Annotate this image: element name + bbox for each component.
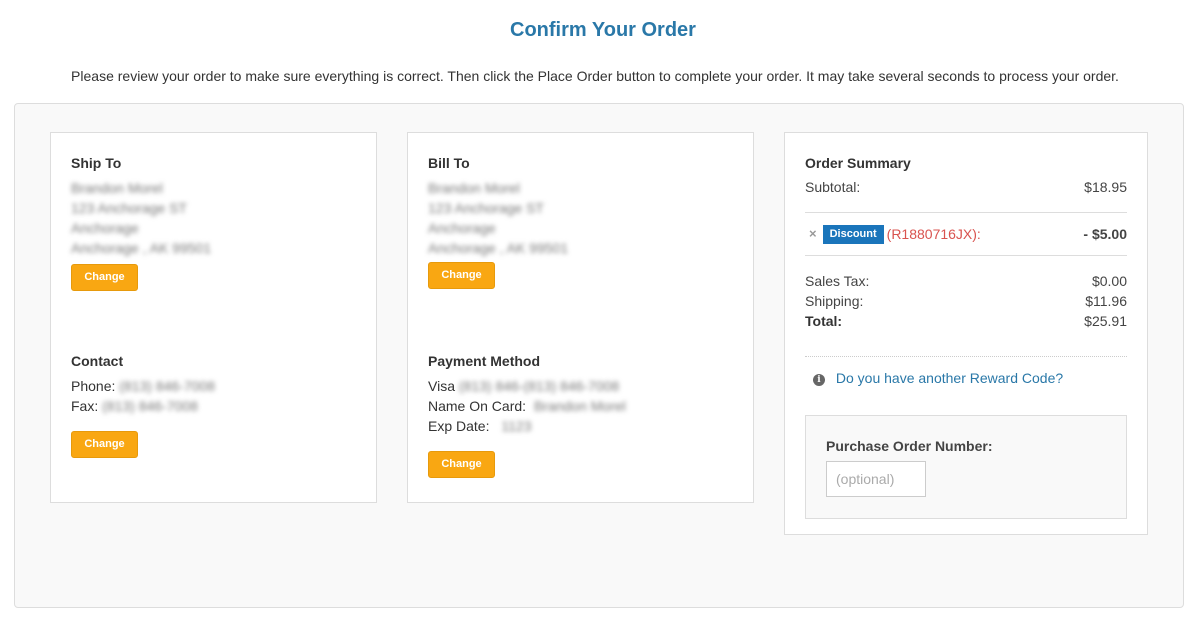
total-label: Total: — [805, 313, 843, 329]
phone-value: (813) 846-7008 — [119, 378, 216, 394]
contact-section: Contact Phone: (813) 846-7008 Fax: (813)… — [71, 353, 215, 458]
ship-to-change-button[interactable]: Change — [71, 264, 138, 291]
discount-value: - $5.00 — [1083, 226, 1127, 242]
sales-tax-row: Sales Tax: $0.00 — [805, 271, 1127, 291]
ship-to-name: Brandon Morel — [71, 180, 163, 196]
shipping-row: Shipping: $11.96 — [805, 291, 1127, 311]
summary-divider — [805, 255, 1127, 256]
phone-label: Phone: — [71, 378, 116, 394]
ship-to-city: Anchorage — [71, 220, 139, 236]
billing-panel: Bill To Brandon Morel 123 Anchorage ST A… — [407, 132, 754, 503]
ship-to-street: 123 Anchorage ST — [71, 200, 187, 216]
reward-code-link[interactable]: Do you have another Reward Code? — [836, 370, 1063, 386]
subtotal-row: Subtotal: $18.95 — [805, 177, 1127, 197]
shipping-value: $11.96 — [1085, 293, 1127, 309]
payment-section: Payment Method Visa (813) 846-(813) 846-… — [428, 353, 626, 478]
intro-text: Please review your order to make sure ev… — [71, 68, 1119, 84]
total-value: $25.91 — [1084, 313, 1127, 329]
bill-to-street: 123 Anchorage ST — [428, 200, 544, 216]
sales-tax-value: $0.00 — [1091, 273, 1127, 289]
order-summary-title: Order Summary — [805, 155, 911, 171]
discount-code: (R1880716JX): — [886, 226, 981, 242]
fax-value: (813) 846-7008 — [102, 398, 198, 414]
card-number-value: (813) 846-(813) 846-7008 — [458, 378, 620, 394]
contact-title: Contact — [71, 353, 124, 369]
summary-dotted-divider — [805, 356, 1127, 357]
card-type-label: Visa — [428, 378, 455, 394]
shipping-panel: Ship To Brandon Morel 123 Anchorage ST A… — [50, 132, 377, 503]
discount-row: × Discount (R1880716JX): - $5.00 — [805, 213, 1127, 255]
subtotal-value: $18.95 — [1084, 179, 1127, 195]
shipping-label: Shipping: — [805, 293, 864, 309]
discount-badge: Discount — [822, 224, 884, 244]
info-icon: i — [813, 374, 825, 386]
name-on-card-label: Name On Card: — [428, 398, 527, 414]
bill-to-city: Anchorage — [428, 220, 496, 236]
po-number-label: Purchase Order Number: — [826, 438, 993, 454]
bill-to-name: Brandon Morel — [428, 180, 520, 196]
purchase-order-box: Purchase Order Number: — [805, 415, 1127, 519]
exp-date-label: Exp Date: — [428, 418, 490, 434]
total-row: Total: $25.91 — [805, 311, 1127, 331]
bill-to-title: Bill To — [428, 155, 470, 171]
ship-to-city-state-zip: Anchorage , AK 99501 — [71, 240, 212, 256]
bill-to-change-button[interactable]: Change — [428, 262, 495, 289]
page-title: Confirm Your Order — [510, 19, 696, 41]
contact-change-button[interactable]: Change — [71, 431, 138, 458]
payment-title: Payment Method — [428, 353, 541, 369]
ship-to-section: Ship To Brandon Morel 123 Anchorage ST A… — [71, 155, 211, 291]
name-on-card-value: Brandon Morel — [533, 398, 626, 414]
remove-discount-icon[interactable]: × — [809, 224, 817, 244]
exp-date-value: 1123 — [501, 418, 532, 434]
po-number-input[interactable] — [826, 461, 926, 497]
bill-to-city-state-zip: Anchorage , AK 99501 — [428, 240, 569, 256]
order-summary-panel: Order Summary Subtotal: $18.95 × Discoun… — [784, 132, 1148, 535]
subtotal-label: Subtotal: — [805, 179, 861, 195]
order-review-container: Ship To Brandon Morel 123 Anchorage ST A… — [14, 103, 1184, 608]
bill-to-section: Bill To Brandon Morel 123 Anchorage ST A… — [428, 155, 568, 289]
ship-to-title: Ship To — [71, 155, 122, 171]
fax-label: Fax: — [71, 398, 99, 414]
sales-tax-label: Sales Tax: — [805, 273, 870, 289]
payment-change-button[interactable]: Change — [428, 451, 495, 478]
